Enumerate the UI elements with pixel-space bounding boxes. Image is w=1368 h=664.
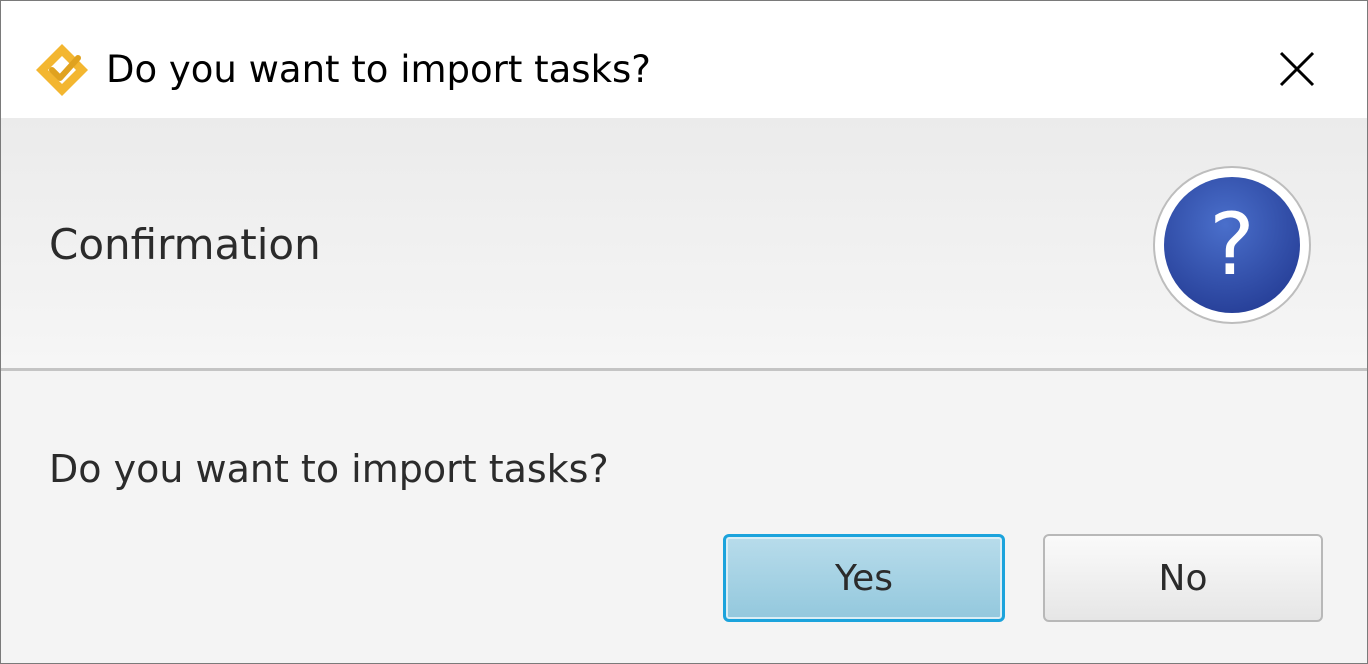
window-title: Do you want to import tasks? [106, 48, 651, 91]
no-button[interactable]: No [1043, 534, 1323, 622]
close-icon [1279, 51, 1315, 87]
app-logo-icon [36, 44, 88, 96]
header-title: Confirmation [49, 220, 321, 269]
question-icon: ? [1153, 166, 1311, 324]
confirmation-dialog: Do you want to import tasks? Confirmatio… [0, 0, 1368, 664]
dialog-header: Confirmation ? [1, 118, 1367, 368]
title-bar[interactable]: Do you want to import tasks? [1, 1, 1367, 118]
question-mark: ? [1209, 195, 1255, 295]
dialog-content: Do you want to import tasks? Yes No [1, 371, 1367, 663]
close-button[interactable] [1257, 31, 1337, 107]
confirmation-message: Do you want to import tasks? [49, 447, 609, 491]
yes-button[interactable]: Yes [723, 534, 1005, 622]
